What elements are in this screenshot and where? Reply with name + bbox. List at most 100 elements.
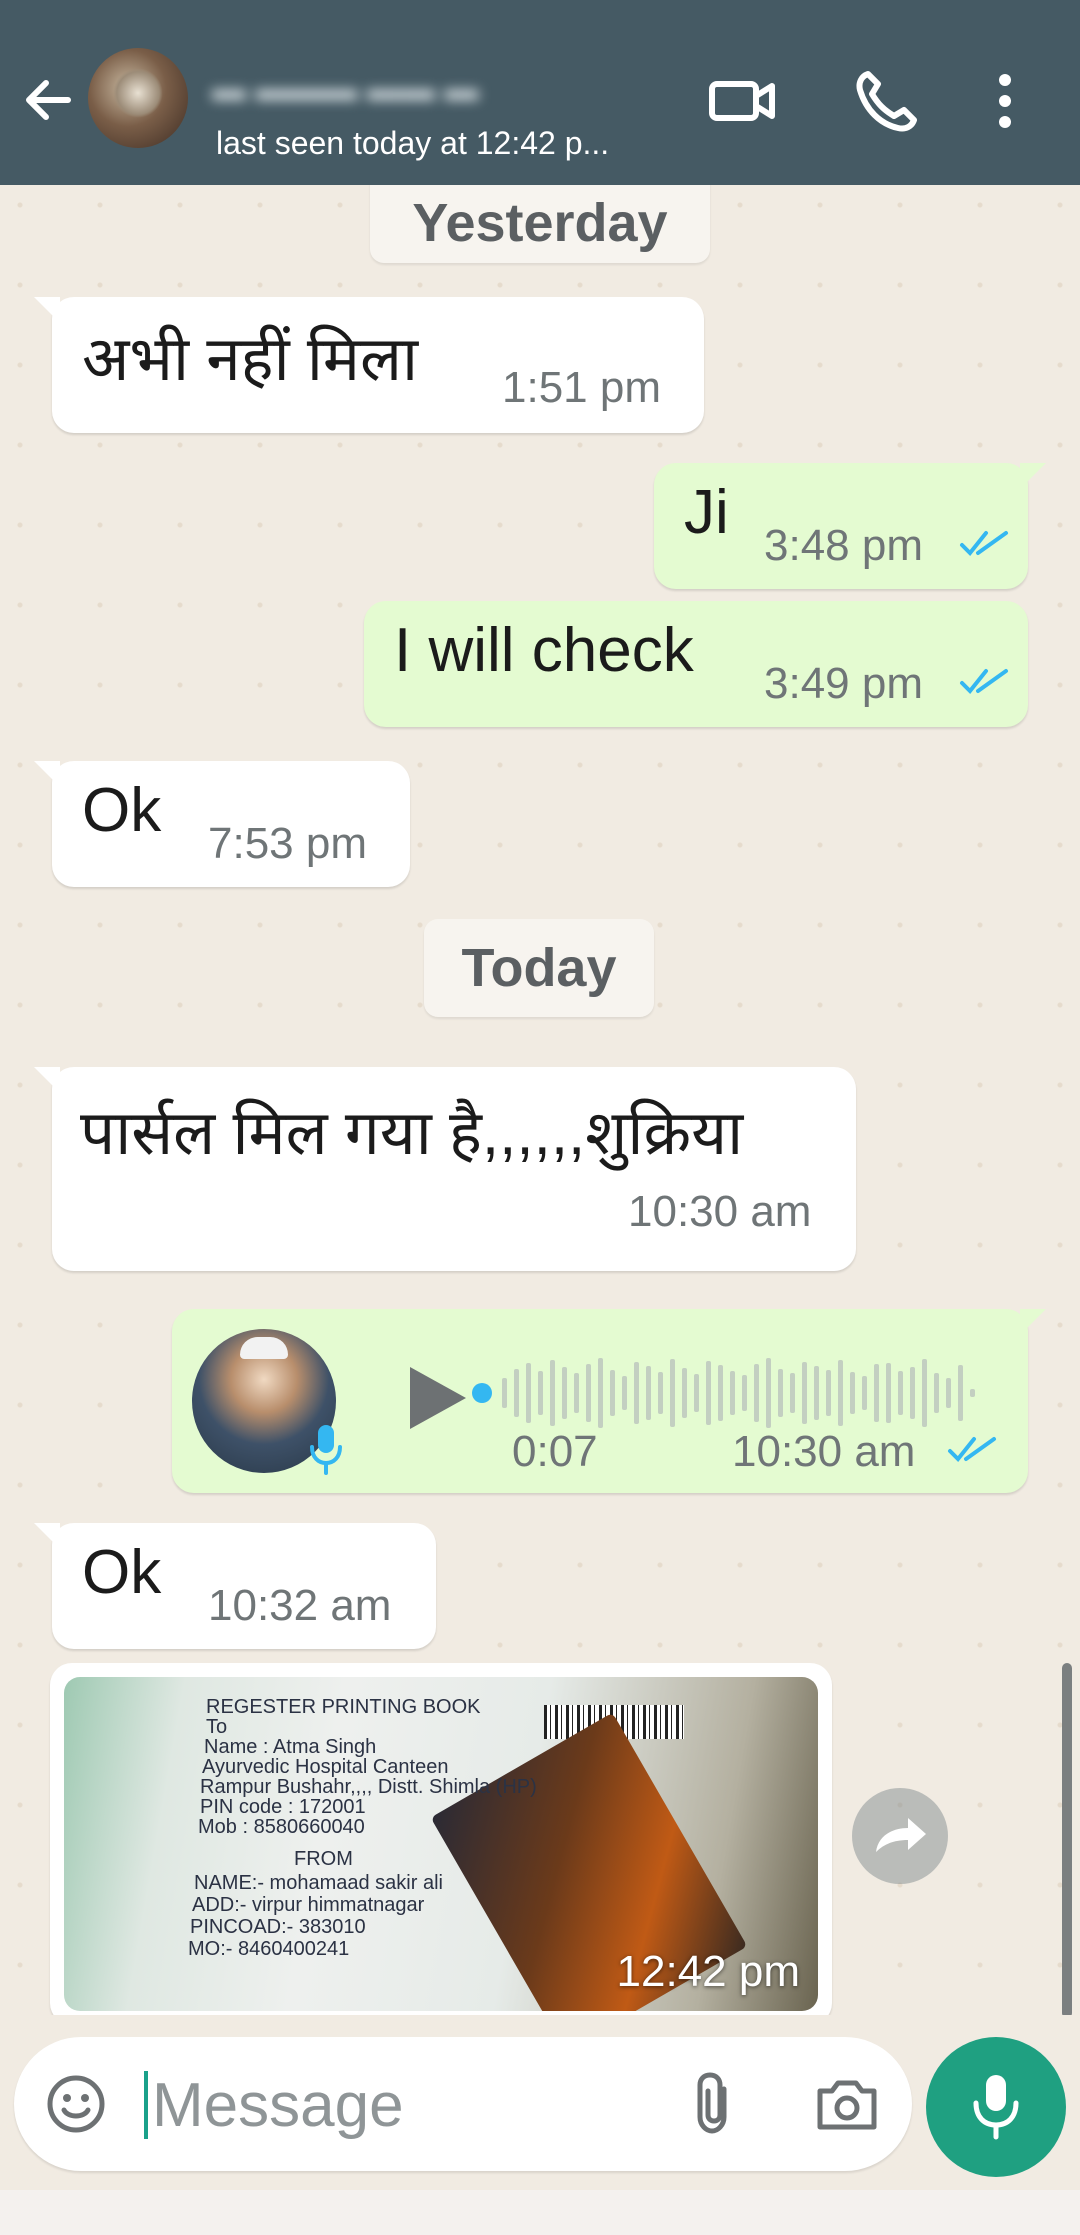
waveform-bar [718,1365,723,1421]
message-bubble-outgoing[interactable]: Ji 3:48 pm [654,463,1046,589]
photo-text: To [206,1716,228,1738]
message-bubble-outgoing[interactable]: I will check 3:49 pm [364,601,1028,727]
message-text: Ji [684,478,729,547]
waveform-bar [658,1372,663,1414]
photo-text: Ayurvedic Hospital Canteen [202,1756,449,1778]
contact-avatar[interactable] [88,48,188,148]
waveform-bar [778,1369,783,1417]
message-list[interactable]: Yesterday अभी नहीं मिला 1:51 pm Ji 3:48 … [0,185,1080,2015]
scrollbar[interactable] [1062,1663,1072,2015]
emoji-icon[interactable] [44,2072,108,2136]
message-text: I will check [394,616,694,685]
record-voice-button[interactable] [926,2037,1066,2177]
waveform-bar [838,1360,843,1426]
waveform-bar [946,1378,951,1408]
waveform-bar [754,1364,759,1422]
waveform-bar [586,1364,591,1422]
read-receipt-icon [960,531,1008,556]
waveform-bar [910,1367,915,1419]
message-time: 3:49 pm [764,659,923,708]
attach-icon[interactable] [684,2071,744,2137]
waveform-bar [790,1373,795,1413]
read-receipt-icon [960,669,1008,694]
photo-text: Name : Atma Singh [204,1736,377,1758]
read-receipt-icon [948,1437,996,1462]
mic-icon [310,1425,342,1475]
message-bubble-incoming[interactable]: Ok 7:53 pm [34,761,410,887]
photo-text: MO:- 8460400241 [188,1938,350,1960]
waveform-bar [526,1363,531,1423]
message-time: 12:42 pm [616,1947,800,1996]
waveform-bar [742,1375,747,1411]
photo-text: FROM [294,1848,353,1870]
waveform-bar [730,1371,735,1415]
back-arrow-icon[interactable] [18,70,78,130]
message-time: 10:30 am [628,1187,812,1236]
parcel-photo[interactable]: REGESTER PRINTING BOOK To Name : Atma Si… [64,1677,818,2011]
waveform-bar [970,1389,975,1397]
waveform-bar [922,1359,927,1427]
message-bubble-incoming[interactable]: अभी नहीं मिला 1:51 pm [34,297,704,433]
waveform-bar [886,1363,891,1423]
photo-text: REGESTER PRINTING BOOK [206,1696,481,1718]
message-time: 10:30 am [732,1427,916,1476]
message-text: पार्सल मिल गया है,,,,,,शुक्रिया [80,1099,744,1168]
waveform-bar [874,1364,879,1422]
waveform-bar [502,1378,507,1408]
message-text: अभी नहीं मिला [82,325,419,394]
forward-button[interactable] [852,1788,948,1884]
photo-text: PINCOAD:- 383010 [190,1916,366,1938]
waveform-bar [814,1366,819,1420]
waveform-bar [862,1376,867,1410]
more-vert-icon[interactable] [980,66,1030,136]
waveform-bar [934,1373,939,1413]
waveform-bar [634,1362,639,1424]
waveform-bar [598,1358,603,1428]
message-time: 7:53 pm [208,819,367,868]
voice-duration: 0:07 [512,1427,598,1476]
waveform-bar [550,1360,555,1426]
photo-text: NAME:- mohamaad sakir ali [194,1872,443,1894]
photo-text: ADD:- virpur himmatnagar [192,1894,425,1916]
forward-icon [876,1818,926,1852]
waveform-bar [850,1372,855,1414]
waveform-bar [682,1368,687,1418]
waveform-bar [622,1376,627,1410]
waveform-bar [826,1370,831,1416]
waveform-bar [802,1362,807,1424]
message-bubble-incoming[interactable]: पार्सल मिल गया है,,,,,,शुक्रिया 10:30 am [34,1067,856,1271]
playhead [472,1383,492,1403]
contact-name-blurred[interactable]: ▬ ▬▬▬ ▬▬ ▬ [212,70,592,110]
photo-text: Mob : 8580660040 [198,1816,365,1838]
last-seen-status: last seen today at 12:42 p... [216,125,610,161]
message-input[interactable] [152,2065,672,2145]
date-chip-yesterday: Yesterday [370,185,710,263]
text-caret [144,2071,148,2139]
waveform-bar [514,1369,519,1417]
voice-waveform[interactable] [472,1353,992,1433]
message-time: 1:51 pm [502,363,661,412]
chat-header: ▬ ▬▬▬ ▬▬ ▬ last seen today at 12:42 p... [0,0,1080,185]
waveform-bar [694,1374,699,1412]
waveform-bar [574,1373,579,1413]
image-message-bubble[interactable]: REGESTER PRINTING BOOK To Name : Atma Si… [50,1663,832,2015]
video-call-icon[interactable] [708,66,778,136]
message-text: Ok [82,1538,162,1607]
waveform-bar [562,1367,567,1419]
waveform-bar [670,1359,675,1427]
voice-call-icon[interactable] [852,66,922,136]
waveform-bar [766,1358,771,1428]
message-time: 3:48 pm [764,521,923,570]
mic-icon [973,2075,1019,2140]
camera-icon[interactable] [814,2071,880,2137]
waveform-bar [706,1361,711,1425]
play-icon[interactable] [402,1361,472,1435]
message-bubble-incoming[interactable]: Ok 10:32 am [34,1523,436,1649]
message-text: Ok [82,776,162,845]
message-time: 10:32 am [208,1581,392,1630]
waveform-bar [610,1370,615,1416]
voice-message-bubble[interactable]: 0:07 10:30 am [172,1309,1046,1493]
waveform-bar [958,1365,963,1421]
waveform-bar [538,1371,543,1415]
message-composer[interactable] [14,2037,912,2171]
